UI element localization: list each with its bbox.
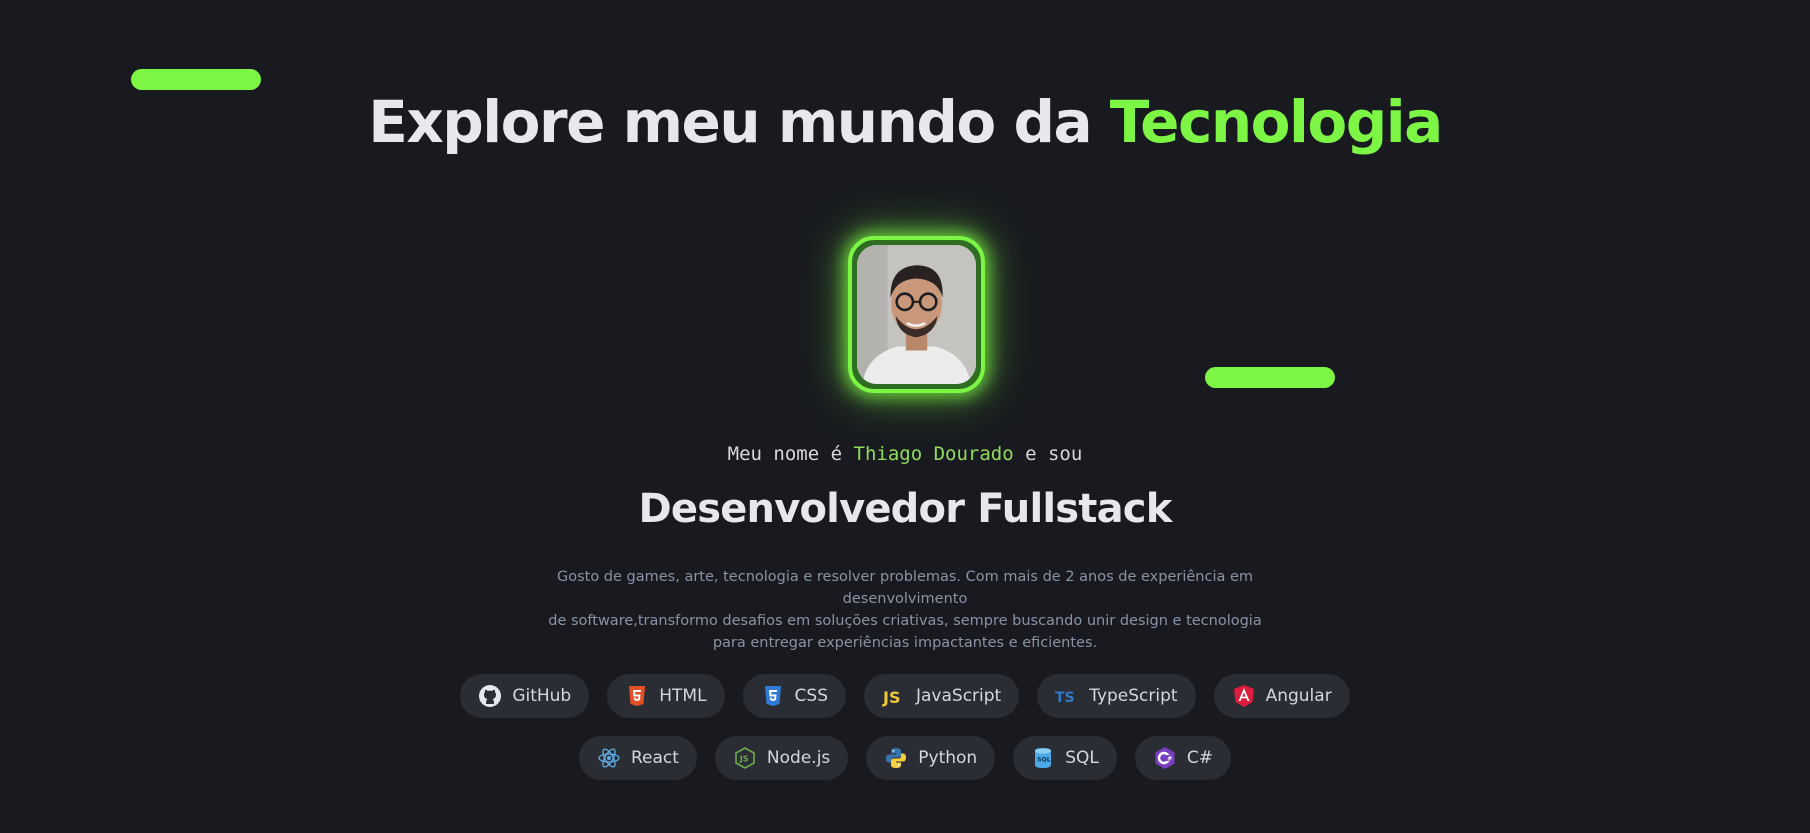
skill-chip-html[interactable]: HTML bbox=[607, 674, 725, 718]
css3-icon bbox=[761, 684, 785, 708]
angular-icon bbox=[1232, 684, 1256, 708]
skill-label: CSS bbox=[794, 686, 828, 706]
intro-prefix: Meu nome é bbox=[727, 443, 854, 465]
title-accent: Tecnologia bbox=[1109, 88, 1443, 156]
sql-database-icon: SQL bbox=[1031, 746, 1055, 770]
portrait-image bbox=[857, 245, 976, 384]
intro-suffix: e sou bbox=[1013, 443, 1083, 465]
intro-name: Thiago Dourado bbox=[853, 443, 1014, 465]
skill-chip-github[interactable]: GitHub bbox=[460, 674, 590, 718]
skill-chip-nodejs[interactable]: JS Node.js bbox=[714, 736, 849, 780]
skill-label: React bbox=[630, 748, 679, 768]
skill-chip-csharp[interactable]: # C# bbox=[1134, 736, 1231, 780]
avatar bbox=[848, 236, 985, 393]
decorative-bar-mid-right bbox=[1205, 367, 1335, 388]
bio-line: de software,transformo desafios em soluç… bbox=[548, 613, 1262, 629]
skills-row-1: GitHub HTML CSS JS JavaScript TS TypeScr… bbox=[0, 674, 1810, 718]
skill-chip-sql[interactable]: SQL SQL bbox=[1013, 736, 1117, 780]
python-icon bbox=[884, 746, 908, 770]
svg-text:#: # bbox=[1167, 756, 1172, 763]
skill-label: SQL bbox=[1065, 748, 1099, 768]
skill-label: GitHub bbox=[512, 686, 572, 706]
skill-label: Angular bbox=[1265, 686, 1332, 706]
skill-label: C# bbox=[1186, 748, 1213, 768]
svg-text:JS: JS bbox=[739, 755, 749, 764]
intro-text: Meu nome é Thiago Dourado e sou bbox=[0, 443, 1810, 465]
bio-line: Gosto de games, arte, tecnologia e resol… bbox=[556, 569, 1254, 607]
page-title: Explore meu mundo da Tecnologia bbox=[0, 88, 1810, 156]
svg-text:SQL: SQL bbox=[1038, 757, 1051, 764]
skill-label: HTML bbox=[659, 686, 707, 706]
javascript-icon: JS bbox=[882, 684, 906, 708]
typescript-icon: TS bbox=[1055, 684, 1079, 708]
skill-chip-css[interactable]: CSS bbox=[742, 674, 846, 718]
skill-chip-react[interactable]: React bbox=[578, 736, 697, 780]
nodejs-icon: JS bbox=[733, 746, 757, 770]
skill-label: Python bbox=[918, 748, 978, 768]
svg-text:JS: JS bbox=[882, 688, 900, 707]
skill-chip-python[interactable]: Python bbox=[866, 736, 996, 780]
svg-text:TS: TS bbox=[1055, 690, 1075, 706]
html5-icon bbox=[625, 684, 649, 708]
title-main: Explore meu mundo da bbox=[368, 88, 1110, 156]
skills-row-2: React JS Node.js Python SQL SQL # C# bbox=[0, 736, 1810, 780]
decorative-bar-top-left bbox=[131, 69, 261, 90]
skill-label: Node.js bbox=[766, 748, 831, 768]
skill-label: TypeScript bbox=[1089, 686, 1178, 706]
react-icon bbox=[597, 746, 621, 770]
skill-label: JavaScript bbox=[916, 686, 1002, 706]
profile-photo bbox=[857, 245, 976, 384]
role-title: Desenvolvedor Fullstack bbox=[638, 486, 1172, 532]
bio-line: para entregar experiências impactantes e… bbox=[712, 635, 1098, 651]
skill-chip-angular[interactable]: Angular bbox=[1213, 674, 1350, 718]
skill-chip-javascript[interactable]: JS JavaScript bbox=[864, 674, 1020, 718]
hero-section: Explore meu mundo da Tecnologia Meu nome… bbox=[0, 0, 1810, 833]
github-icon bbox=[478, 684, 502, 708]
bio-paragraph: Gosto de games, arte, tecnologia e resol… bbox=[505, 566, 1305, 654]
skill-chip-typescript[interactable]: TS TypeScript bbox=[1037, 674, 1196, 718]
csharp-icon: # bbox=[1153, 746, 1177, 770]
